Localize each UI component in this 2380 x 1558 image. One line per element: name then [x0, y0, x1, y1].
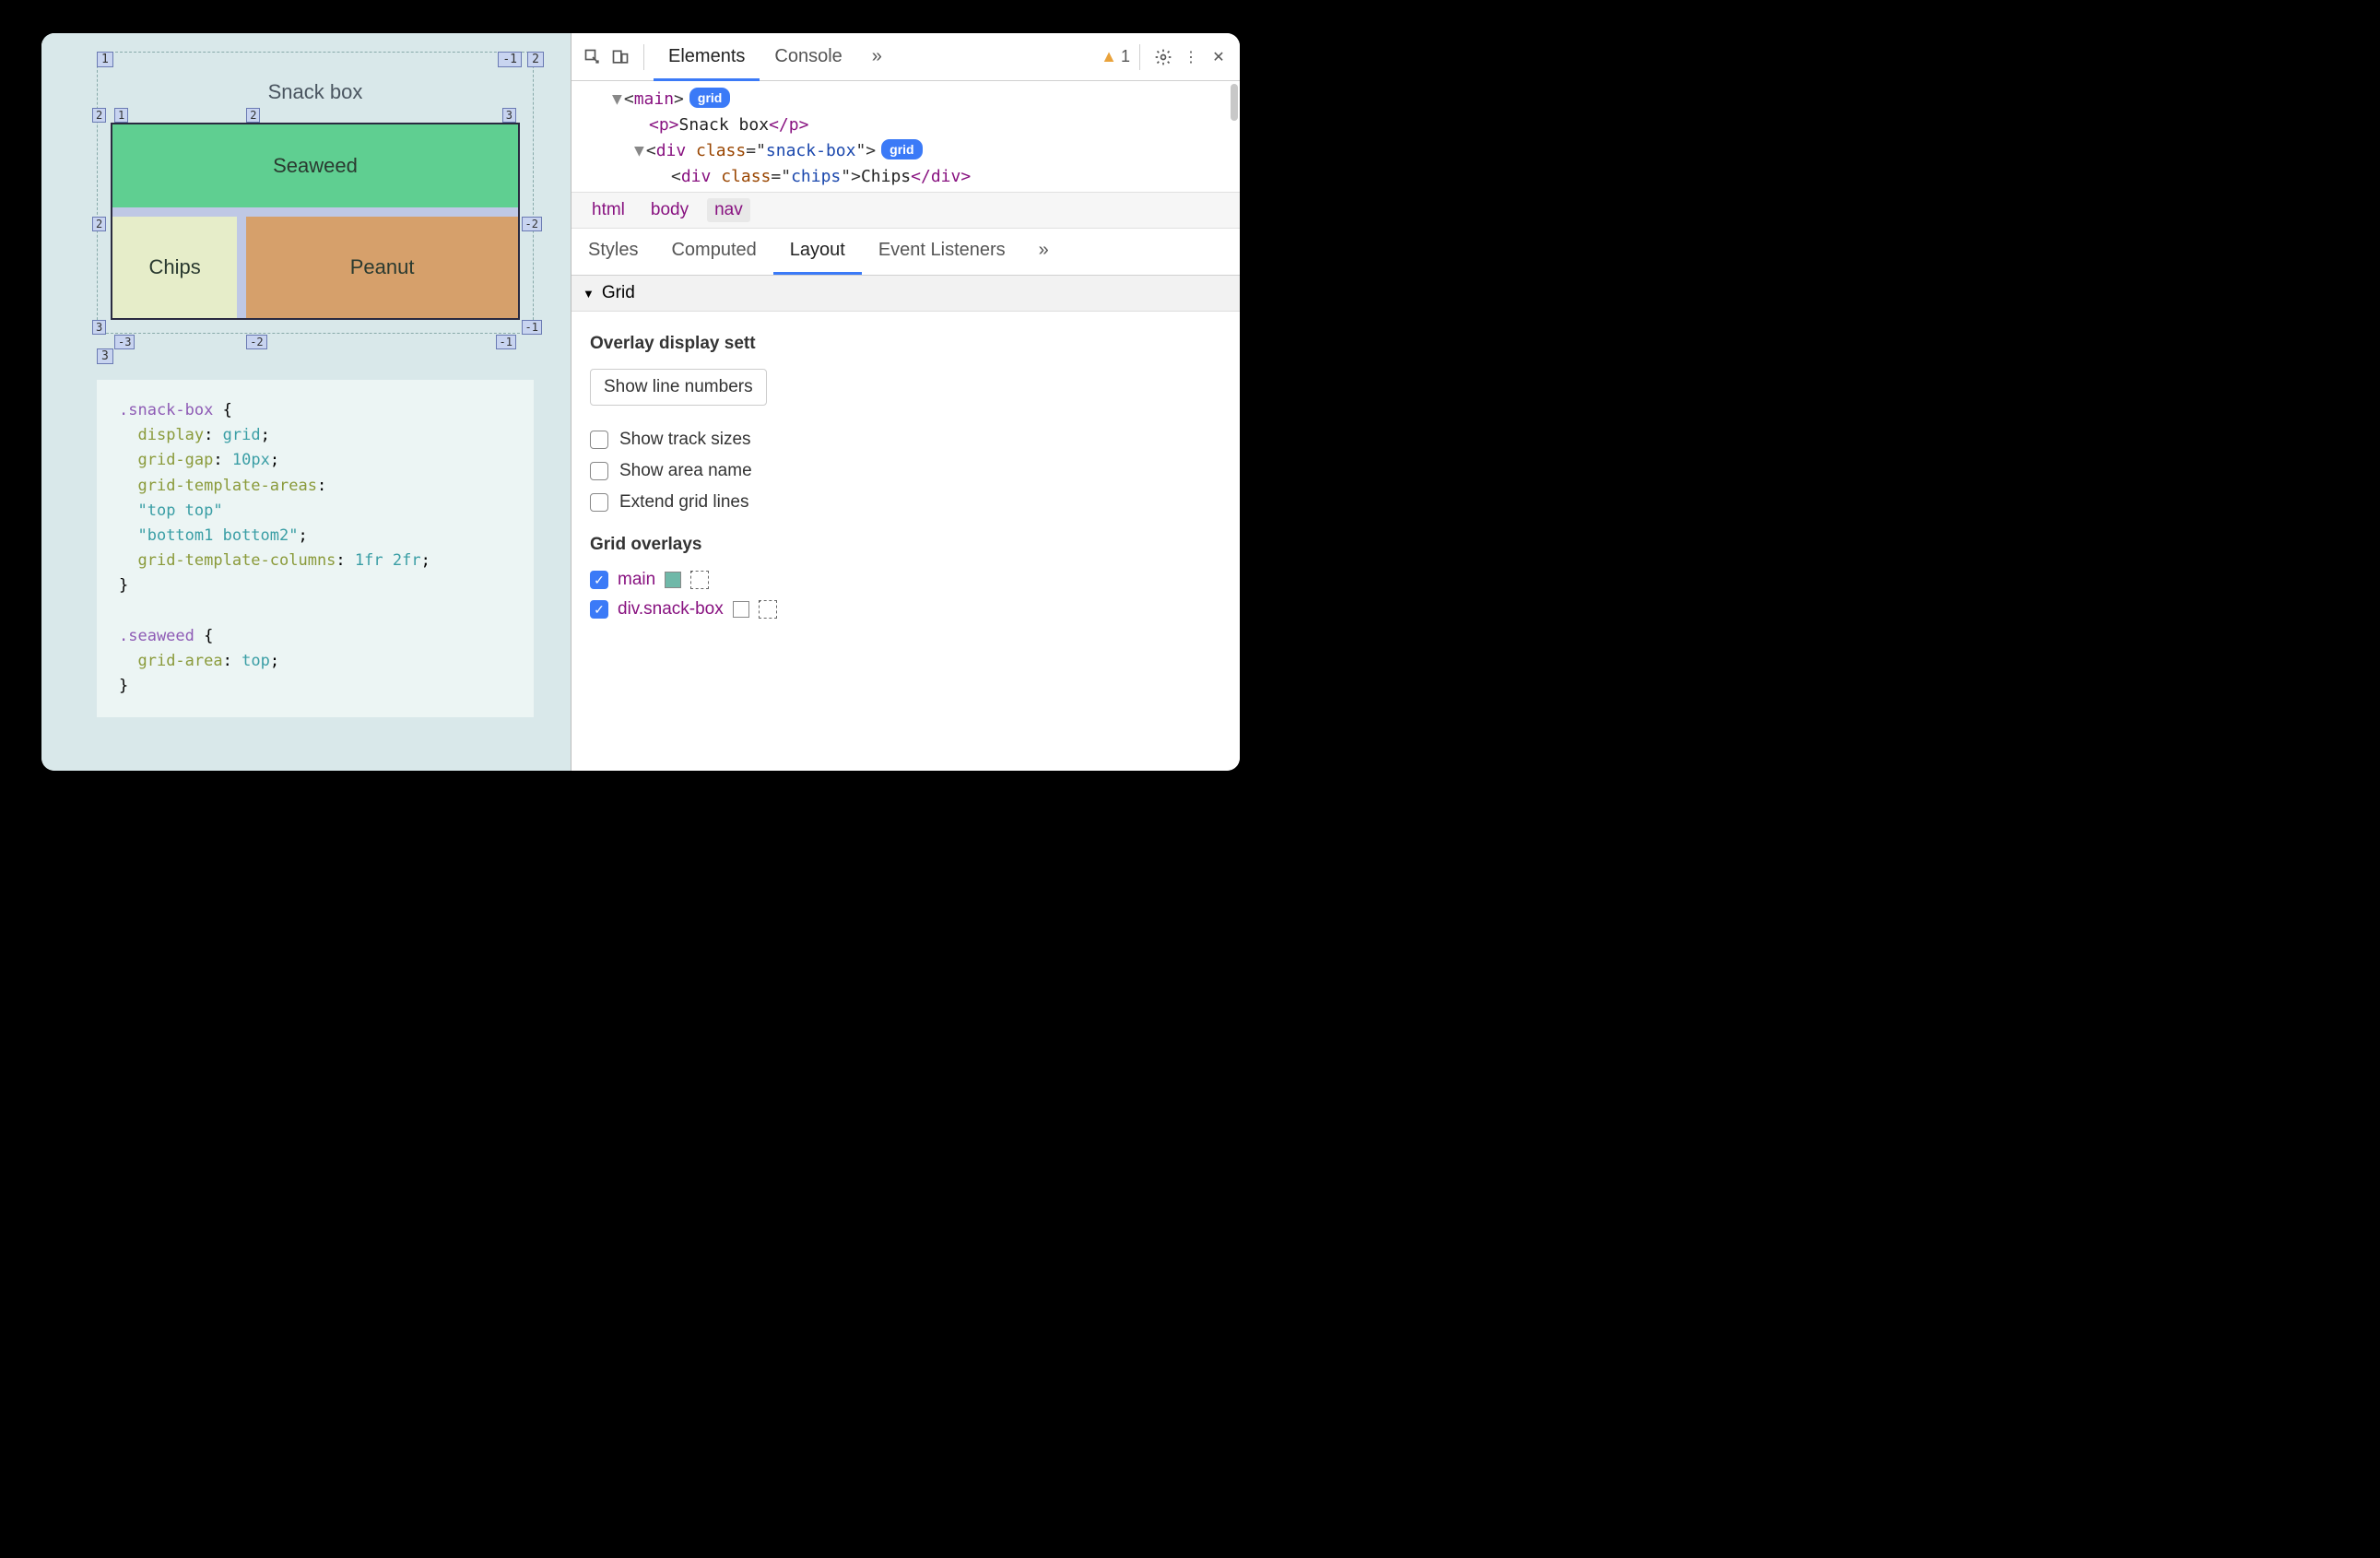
breadcrumb-item[interactable]: body — [643, 198, 696, 222]
line-numbers-dropdown[interactable]: Show line numbers — [590, 369, 767, 406]
page-title: Snack box — [111, 80, 520, 104]
grid-label: -1 — [496, 335, 516, 349]
page-preview-pane: 1 -1 2 3 Snack box 2 1 2 3 2 -2 3 -3 -2 … — [41, 33, 571, 771]
grid-label: -1 — [522, 320, 542, 335]
overlay-settings-heading: Overlay display sett — [590, 334, 1221, 354]
grid-label: 3 — [97, 348, 113, 364]
grid-overlays-heading: Grid overlays — [590, 535, 1221, 555]
warnings-badge[interactable]: ▲1 — [1101, 47, 1130, 66]
dom-tree[interactable]: ▼<main>grid <p>Snack box</p> ▼<div class… — [571, 81, 1240, 192]
grid-label: 3 — [92, 320, 106, 335]
snack-box-grid: 2 1 2 3 2 -2 3 -3 -2 -1 -1 Seaweed Chips… — [111, 123, 520, 320]
main-grid-overlay: 1 -1 2 3 Snack box 2 1 2 3 2 -2 3 -3 -2 … — [97, 52, 534, 334]
subtabs-more[interactable]: » — [1022, 229, 1066, 275]
breadcrumb[interactable]: html body nav — [571, 192, 1240, 229]
subtab-computed[interactable]: Computed — [654, 229, 772, 275]
grid-label: 2 — [92, 217, 106, 231]
devtools-panel: Elements Console » ▲1 ⋮ ✕ ▼<main>grid <p… — [571, 33, 1240, 771]
tab-elements[interactable]: Elements — [654, 33, 760, 81]
show-area-names-checkbox[interactable]: Show area name — [590, 461, 1221, 481]
tab-console[interactable]: Console — [760, 33, 856, 81]
devtools-window: 1 -1 2 3 Snack box 2 1 2 3 2 -2 3 -3 -2 … — [41, 33, 1240, 771]
extend-grid-lines-checkbox[interactable]: Extend grid lines — [590, 492, 1221, 513]
overlay-row-snackbox: ✓ div.snack-box — [590, 599, 1221, 620]
grid-label: -2 — [522, 217, 542, 231]
kebab-icon[interactable]: ⋮ — [1177, 43, 1205, 71]
device-toggle-icon[interactable] — [607, 43, 634, 71]
close-icon[interactable]: ✕ — [1205, 43, 1232, 71]
grid-label: -3 — [114, 335, 135, 349]
grid-section-header[interactable]: ▼ Grid — [571, 276, 1240, 312]
color-swatch[interactable] — [665, 572, 681, 588]
breadcrumb-item[interactable]: html — [584, 198, 632, 222]
devtools-toolbar: Elements Console » ▲1 ⋮ ✕ — [571, 33, 1240, 81]
grid-item-peanut: Peanut — [246, 217, 518, 318]
grid-item-seaweed: Seaweed — [112, 124, 518, 217]
sidebar-subtabs: Styles Computed Layout Event Listeners » — [571, 229, 1240, 276]
inspect-icon[interactable] — [579, 43, 607, 71]
color-swatch[interactable] — [733, 601, 749, 618]
show-track-sizes-checkbox[interactable]: Show track sizes — [590, 430, 1221, 450]
grid-icon[interactable] — [690, 571, 709, 589]
grid-icon[interactable] — [759, 600, 777, 619]
overlay-checkbox[interactable]: ✓ — [590, 571, 608, 589]
overlay-checkbox[interactable]: ✓ — [590, 600, 608, 619]
breadcrumb-item[interactable]: nav — [707, 198, 750, 222]
grid-item-chips: Chips — [112, 217, 246, 318]
grid-label: -2 — [246, 335, 266, 349]
overlay-row-main: ✓ main — [590, 570, 1221, 590]
grid-label: 2 — [92, 108, 106, 123]
subtab-listeners[interactable]: Event Listeners — [862, 229, 1022, 275]
grid-label: 2 — [246, 108, 260, 123]
grid-label: 3 — [502, 108, 516, 123]
grid-label: 1 — [114, 108, 128, 123]
subtab-styles[interactable]: Styles — [571, 229, 654, 275]
grid-label: 1 — [97, 52, 113, 67]
tabs-more[interactable]: » — [857, 33, 897, 81]
grid-label: 2 — [527, 52, 544, 67]
subtab-layout[interactable]: Layout — [773, 229, 862, 275]
layout-body: Overlay display sett Show line numbers S… — [571, 312, 1240, 643]
chevron-down-icon: ▼ — [583, 287, 595, 301]
grid-label: -1 — [498, 52, 522, 67]
gear-icon[interactable] — [1149, 43, 1177, 71]
css-code-block: .snack-box { display: grid; grid-gap: 10… — [97, 380, 534, 717]
